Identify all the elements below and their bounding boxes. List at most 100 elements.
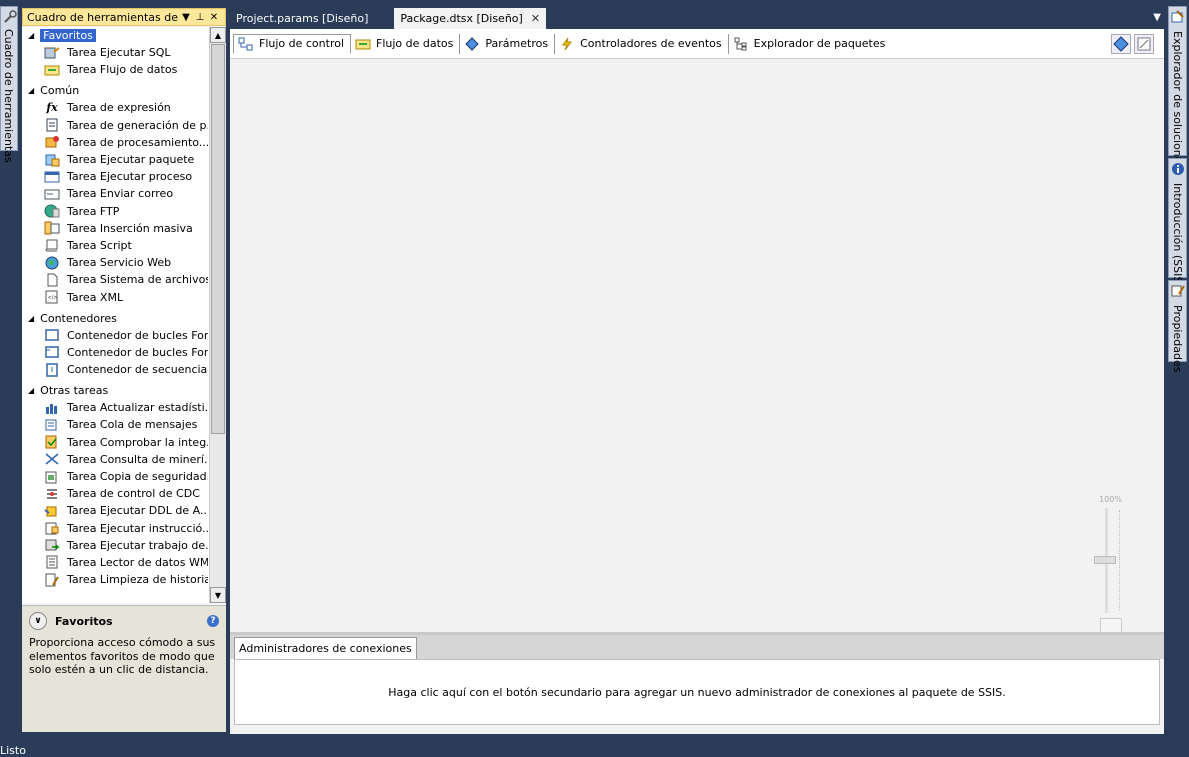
tool-item-label: Tarea Lector de datos WMI xyxy=(67,555,208,569)
tool-item[interactable]: Tarea Ejecutar trabajo de... xyxy=(22,537,208,554)
chevron-down-icon[interactable]: ∨ xyxy=(29,612,47,630)
tab-flujo-de-control[interactable]: Flujo de control xyxy=(233,33,352,54)
data-flow-icon xyxy=(355,37,371,51)
toolbox-side-tab-strip: Cuadro de herramientas xyxy=(0,6,20,736)
tool-item-label: Tarea de procesamiento... xyxy=(67,135,208,149)
tab-controladores-de-eventos[interactable]: Controladores de eventos xyxy=(555,33,729,54)
tab-label: Explorador de paquetes xyxy=(753,37,886,50)
tool-item[interactable]: fx Tarea de expresión xyxy=(22,99,208,116)
tool-item-label: Tarea Actualizar estadísti... xyxy=(67,401,208,415)
tool-item-flujo-datos[interactable]: Tarea Flujo de datos xyxy=(22,61,208,78)
status-bar-text: Listo xyxy=(0,744,26,757)
tool-item[interactable]: Tarea Consulta de minerí... xyxy=(22,451,208,468)
tool-item[interactable]: Tarea Ejecutar paquete xyxy=(22,151,208,168)
web-globe-icon xyxy=(44,256,60,270)
tool-item[interactable]: Contenedor de secuencias xyxy=(22,361,208,378)
svg-text:</>: </> xyxy=(48,295,58,301)
right-side-tab-strip: Explorador de soluciones Introducción (S… xyxy=(1168,4,1188,372)
toolbox-tools-icon xyxy=(4,10,17,23)
group-contenedores[interactable]: ◢ Contenedores xyxy=(22,310,226,327)
tool-item-label: Tarea Servicio Web xyxy=(67,256,172,270)
script-icon xyxy=(44,238,60,252)
toolbox-title: Cuadro de herramientas de... xyxy=(27,10,179,24)
package-icon xyxy=(44,153,60,167)
tool-item[interactable]: Tarea Copia de seguridad... xyxy=(22,468,208,485)
group-label: Común xyxy=(40,84,80,98)
tool-item[interactable]: Tarea Actualizar estadísti... xyxy=(22,399,208,416)
design-canvas[interactable]: 100% xyxy=(230,60,1164,640)
tab-parametros[interactable]: Parámetros xyxy=(460,33,556,54)
pin-icon[interactable]: ⊥ xyxy=(193,12,207,23)
toolbox-scrollbar[interactable]: ▲ ▼ xyxy=(209,27,226,603)
toolbox-list: ◢ Favoritos Tarea Ejecutar SQL Tarea Flu… xyxy=(22,27,226,603)
tool-item-label: Tarea Ejecutar DDL de A... xyxy=(67,504,208,518)
toolbox-panel: Cuadro de herramientas de... ▼ ⊥ ✕ ◢ Fav… xyxy=(22,8,226,732)
tool-item-label: Tarea Sistema de archivos xyxy=(67,273,208,287)
collapse-triangle-icon: ◢ xyxy=(28,313,35,323)
tool-item[interactable]: Contenedor de bucles For... xyxy=(22,344,208,361)
tool-item[interactable]: Tarea Cola de mensajes xyxy=(22,416,208,433)
zoom-slider-thumb[interactable] xyxy=(1094,556,1116,564)
tool-item[interactable]: Tarea Script xyxy=(22,237,208,254)
tool-item-label: Contenedor de bucles For xyxy=(67,328,208,342)
side-tab-explorador-soluciones[interactable]: Explorador de soluciones xyxy=(1168,6,1187,169)
connection-managers-area[interactable]: Haga clic aquí con el botón secundario p… xyxy=(234,659,1160,725)
tool-item[interactable]: Tarea Sistema de archivos xyxy=(22,271,208,288)
toolbox-side-tab[interactable]: Cuadro de herramientas xyxy=(0,6,18,163)
tab-flujo-de-datos[interactable]: Flujo de datos xyxy=(351,33,461,54)
toolbox-toggle-icon[interactable] xyxy=(1134,34,1154,54)
tool-item[interactable]: Tarea Lector de datos WMI xyxy=(22,554,208,571)
dropdown-icon[interactable]: ▼ xyxy=(179,12,193,23)
tool-item[interactable]: Tarea de procesamiento... xyxy=(22,134,208,151)
tool-item[interactable]: Tarea Ejecutar proceso xyxy=(22,168,208,185)
close-icon[interactable]: ✕ xyxy=(207,12,221,23)
tool-item[interactable]: Tarea Inserción masiva xyxy=(22,220,208,237)
group-comun[interactable]: ◢ Común xyxy=(22,82,226,99)
parameters-diamond-icon xyxy=(464,36,480,51)
tab-package-dtsx[interactable]: Package.dtsx [Diseño] ✕ xyxy=(394,8,547,29)
sequence-container-icon xyxy=(44,362,60,377)
toolbox-header: Cuadro de herramientas de... ▼ ⊥ ✕ xyxy=(22,8,226,26)
tab-label: Administradores de conexiones xyxy=(239,642,412,655)
close-tab-icon[interactable]: ✕ xyxy=(531,12,540,25)
tool-item-label: Tarea Copia de seguridad... xyxy=(67,470,208,484)
message-queue-icon xyxy=(44,418,60,432)
tool-item[interactable]: Tarea Enviar correo xyxy=(22,185,208,202)
help-icon[interactable]: ? xyxy=(207,615,219,627)
document-tab-strip: Project.params [Diseño] Package.dtsx [Di… xyxy=(230,8,547,29)
group-favoritos[interactable]: ◢ Favoritos xyxy=(22,27,226,44)
variables-diamond-icon[interactable] xyxy=(1111,34,1131,54)
scroll-thumb[interactable] xyxy=(211,44,225,434)
scroll-up-arrow-icon[interactable]: ▲ xyxy=(210,27,226,43)
tool-item-ejecutar-sql[interactable]: Tarea Ejecutar SQL xyxy=(22,44,208,61)
tool-item-label: Tarea FTP xyxy=(67,204,120,218)
tool-item[interactable]: Tarea de generación de p... xyxy=(22,117,208,134)
tool-item[interactable]: Tarea Servicio Web xyxy=(22,254,208,271)
side-tab-label: Explorador de soluciones xyxy=(1171,31,1184,170)
scroll-down-arrow-icon[interactable]: ▼ xyxy=(210,587,226,603)
side-tab-label: Introducción (SSIS) xyxy=(1171,183,1184,288)
tool-item[interactable]: Tarea Ejecutar instrucció... xyxy=(22,520,208,537)
tool-item[interactable]: </> Tarea XML xyxy=(22,288,208,305)
document-icon xyxy=(44,118,60,132)
agent-job-icon xyxy=(44,538,60,552)
tool-item[interactable]: Tarea Limpieza de historial xyxy=(22,571,208,588)
tab-project-params[interactable]: Project.params [Diseño] xyxy=(230,8,374,29)
tool-item-label: Tarea XML xyxy=(67,290,124,304)
tool-item[interactable]: Tarea Ejecutar DDL de A... xyxy=(22,502,208,519)
side-tab-introduccion-ssis[interactable]: Introducción (SSIS) xyxy=(1168,158,1187,288)
group-otras-tareas[interactable]: ◢ Otras tareas xyxy=(22,382,226,399)
tab-administradores-de-conexiones[interactable]: Administradores de conexiones xyxy=(234,637,417,659)
tool-item[interactable]: Tarea de control de CDC xyxy=(22,485,208,502)
tab-list-dropdown-icon[interactable]: ▼ xyxy=(1153,12,1161,23)
tab-explorador-de-paquetes[interactable]: Explorador de paquetes xyxy=(729,34,892,54)
control-flow-icon xyxy=(238,37,254,51)
tab-label: Parámetros xyxy=(485,37,549,50)
expression-fx-icon: fx xyxy=(46,101,58,115)
tool-item[interactable]: Tarea Comprobar la integ... xyxy=(22,434,208,451)
tool-item[interactable]: Contenedor de bucles For xyxy=(22,327,208,344)
tool-item-label: Tarea Cola de mensajes xyxy=(67,418,198,432)
wmi-reader-icon xyxy=(44,555,60,569)
side-tab-propiedades[interactable]: Propiedades xyxy=(1168,280,1187,372)
tool-item[interactable]: Tarea FTP xyxy=(22,203,208,220)
